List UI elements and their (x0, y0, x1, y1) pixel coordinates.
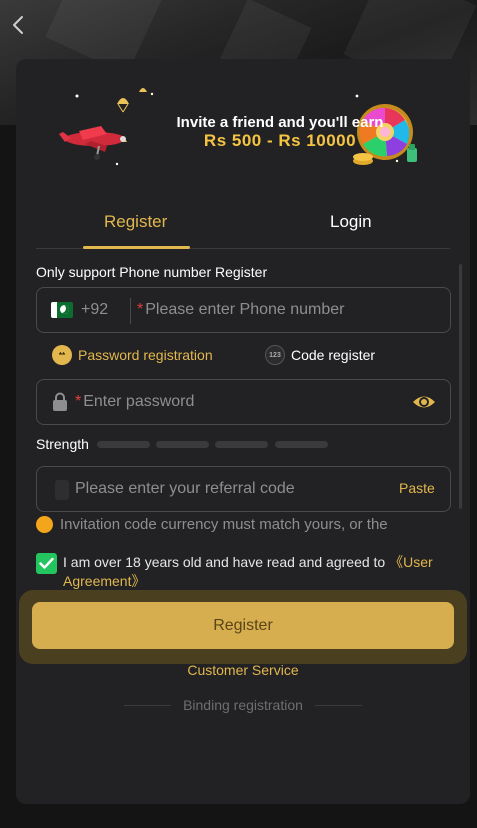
binding-registration-row: Binding registration (16, 697, 470, 713)
option-password-label: Password registration (78, 347, 213, 363)
referral-icon (55, 480, 69, 500)
paste-button[interactable]: Paste (399, 480, 435, 496)
option-code-label: Code register (291, 347, 376, 363)
banner-headline: Invite a friend and you'll earn Rs 500 -… (165, 114, 395, 150)
option-password-registration[interactable]: ** Password registration (52, 344, 213, 366)
lock-icon (53, 392, 67, 411)
field-divider (130, 298, 131, 324)
chevron-left-icon (13, 16, 23, 34)
auth-tabs: Register Login (36, 199, 450, 249)
option-code-register[interactable]: 123 Code register (265, 344, 375, 366)
scrollbar[interactable] (459, 264, 462, 509)
binding-registration-link[interactable]: Binding registration (183, 697, 303, 713)
tab-login[interactable]: Login (330, 212, 372, 232)
check-icon (39, 557, 54, 569)
phone-register-note: Only support Phone number Register (36, 264, 268, 280)
password-input[interactable]: * Enter password (75, 393, 405, 411)
password-placeholder: Enter password (83, 393, 195, 410)
eye-icon[interactable] (412, 392, 436, 412)
phone-placeholder: Please enter Phone number (145, 301, 345, 318)
numeric-code-icon: 123 (265, 345, 285, 365)
invite-note: Invitation code currency must match your… (36, 516, 388, 533)
agreement-label: I am over 18 years old and have read and… (63, 554, 390, 570)
required-mark: * (137, 301, 144, 318)
invite-note-text: Invitation code currency must match your… (60, 516, 388, 533)
agreement-text: I am over 18 years old and have read and… (63, 553, 453, 591)
strength-bar-1 (97, 441, 150, 448)
required-mark: * (75, 393, 82, 410)
back-button[interactable] (6, 10, 30, 40)
info-dot-icon (36, 516, 53, 533)
password-field: * Enter password (36, 379, 451, 425)
password-dots-icon: ** (52, 345, 72, 365)
banner-line-2: Rs 500 - Rs 10000 (203, 131, 357, 150)
active-tab-indicator (83, 246, 190, 249)
register-button[interactable]: Register (32, 602, 454, 649)
strength-label: Strength (36, 436, 89, 452)
pakistan-flag-icon[interactable] (51, 302, 73, 318)
register-card: Invite a friend and you'll earn Rs 500 -… (16, 59, 470, 804)
customer-service-link[interactable]: Customer Service (16, 662, 470, 678)
divider-left (124, 704, 172, 706)
banner-line-1: Invite a friend and you'll earn (176, 114, 384, 131)
tab-register[interactable]: Register (104, 212, 167, 232)
referral-input[interactable]: Please enter your referral code (75, 480, 395, 498)
strength-bar-2 (156, 441, 209, 448)
country-code[interactable]: +92 (81, 301, 108, 319)
referral-field: Please enter your referral code Paste (36, 466, 451, 512)
phone-input[interactable]: * Please enter Phone number (137, 301, 437, 319)
divider-right (314, 704, 362, 706)
strength-bar-3 (215, 441, 268, 448)
strength-bar-4 (275, 441, 328, 448)
phone-field: +92 * Please enter Phone number (36, 287, 451, 333)
agree-checkbox[interactable] (36, 553, 57, 574)
promo-banner[interactable]: Invite a friend and you'll earn Rs 500 -… (57, 86, 427, 171)
